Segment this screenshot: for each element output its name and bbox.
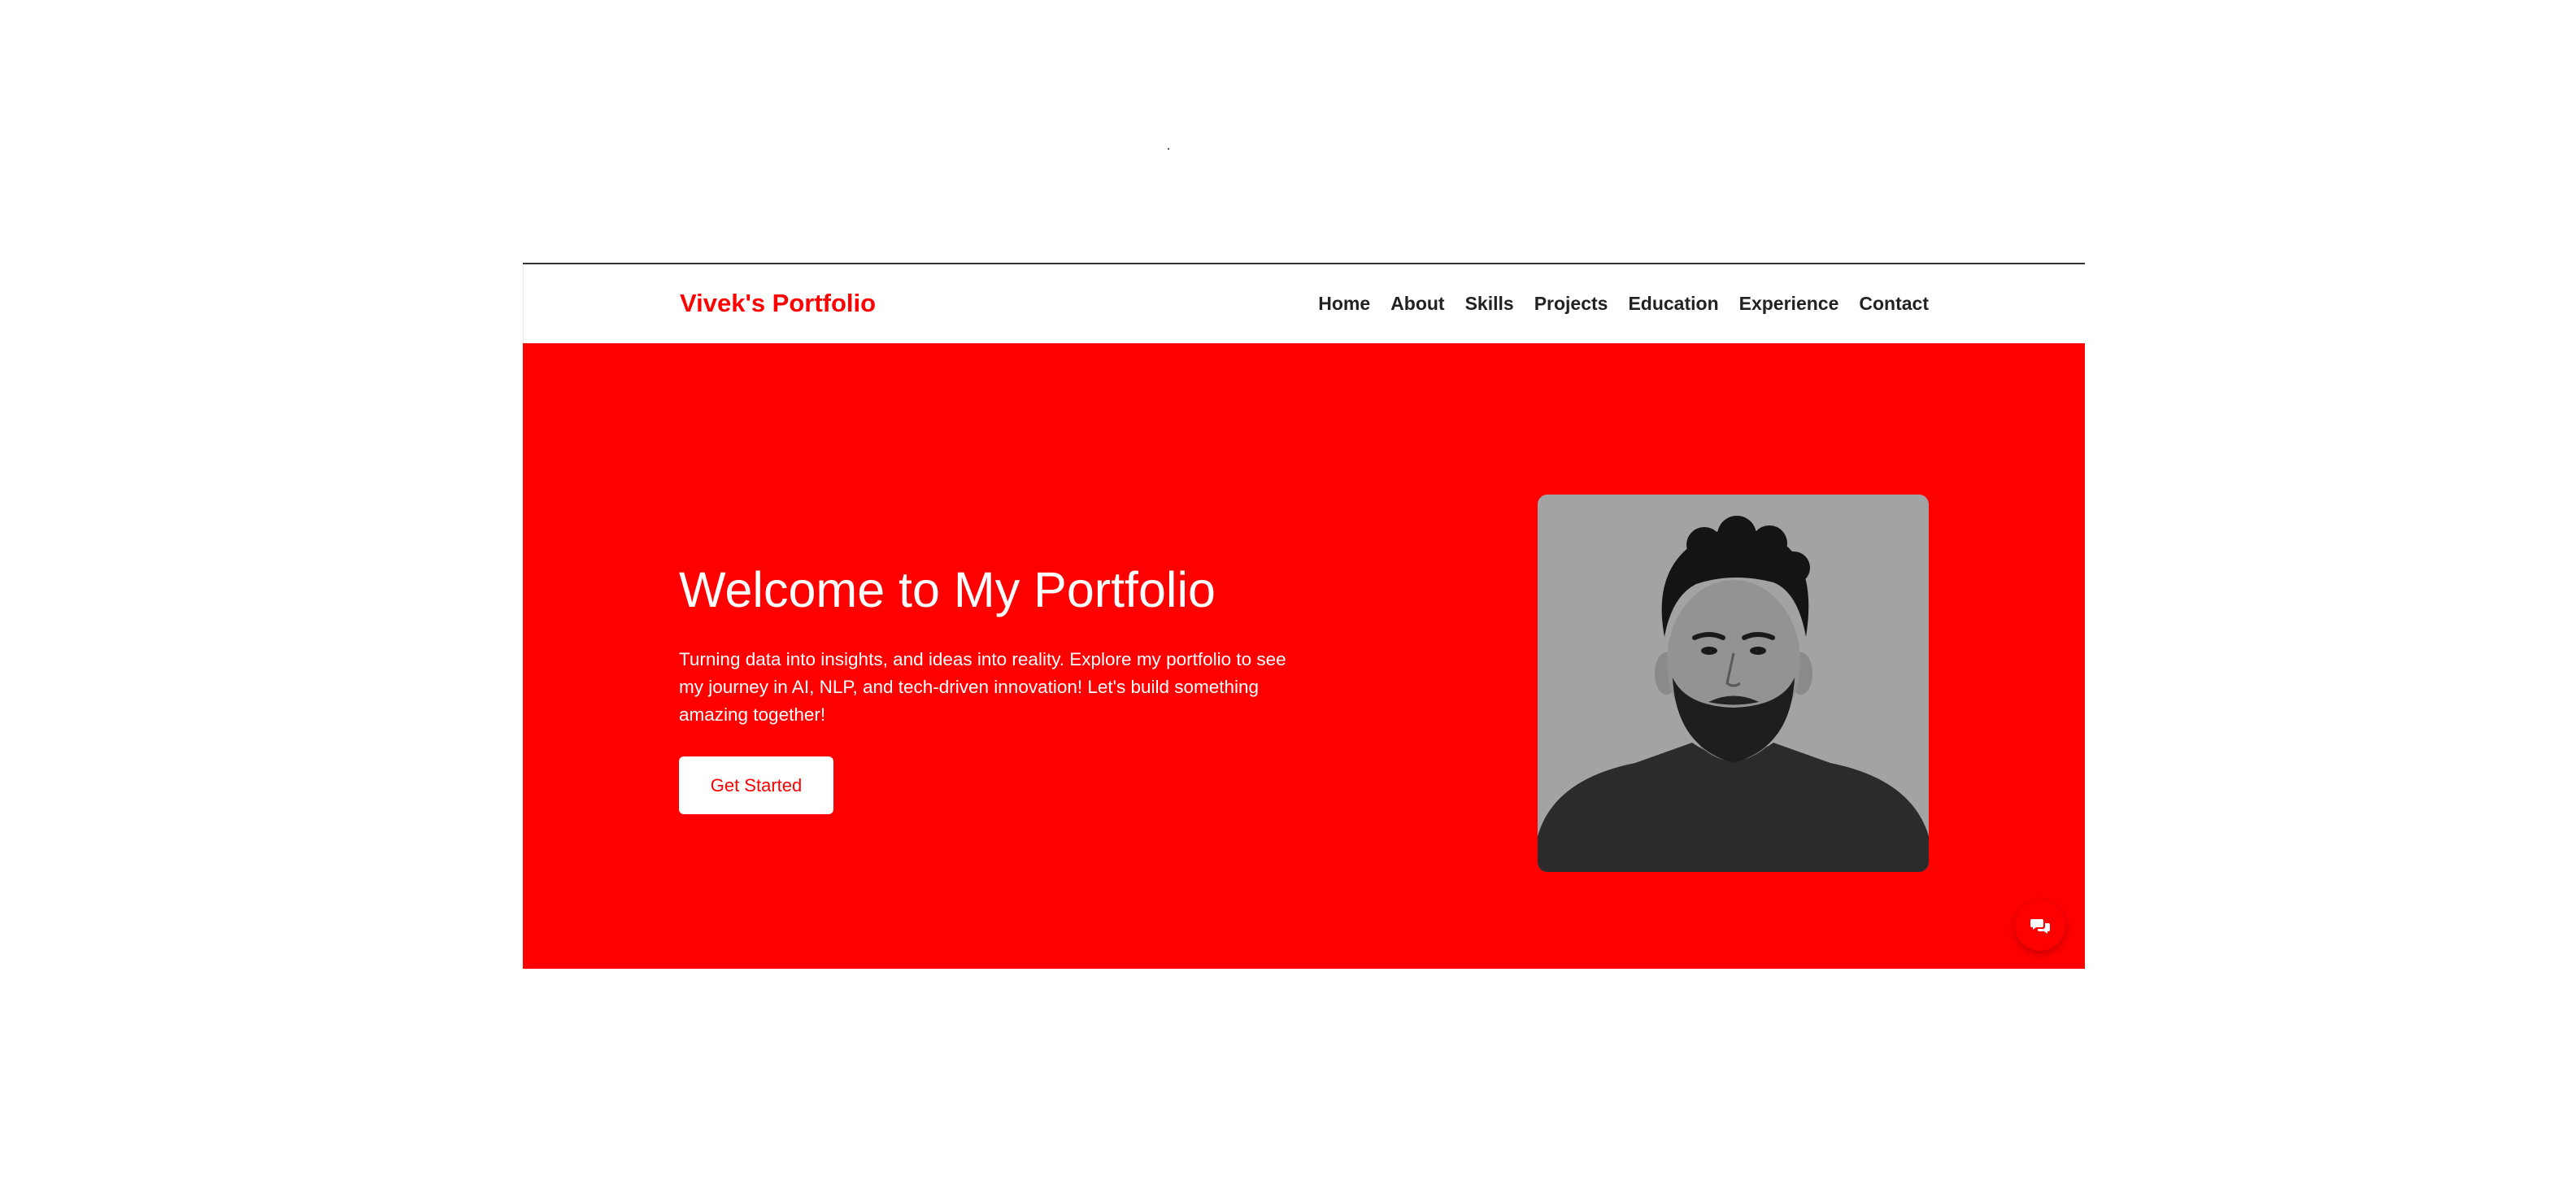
hero-title: Welcome to My Portfolio — [679, 562, 1216, 617]
get-started-button[interactable]: Get Started — [679, 756, 833, 814]
hero-description: Turning data into insights, and ideas in… — [679, 649, 1286, 725]
brand-logo[interactable]: Vivek's Portfolio — [680, 289, 876, 318]
nav-projects[interactable]: Projects — [1534, 293, 1608, 315]
nav-experience[interactable]: Experience — [1739, 293, 1839, 315]
stray-dot — [1168, 148, 1169, 150]
profile-photo — [1538, 495, 1929, 872]
nav-home[interactable]: Home — [1318, 293, 1370, 315]
chat-icon — [2030, 919, 2050, 934]
chat-button[interactable] — [2015, 900, 2065, 951]
nav-education[interactable]: Education — [1628, 293, 1718, 315]
main-nav: Home About Skills Projects Education Exp… — [1318, 293, 1929, 315]
hero-section: Welcome to My Portfolio Turning data int… — [523, 343, 2085, 969]
nav-about[interactable]: About — [1390, 293, 1444, 315]
nav-contact[interactable]: Contact — [1859, 293, 1929, 315]
profile-photo-illustration — [1538, 516, 1929, 872]
nav-skills[interactable]: Skills — [1465, 293, 1514, 315]
site-frame: Vivek's Portfolio Home About Skills Proj… — [523, 263, 2085, 969]
navbar: Vivek's Portfolio Home About Skills Proj… — [523, 264, 2085, 342]
